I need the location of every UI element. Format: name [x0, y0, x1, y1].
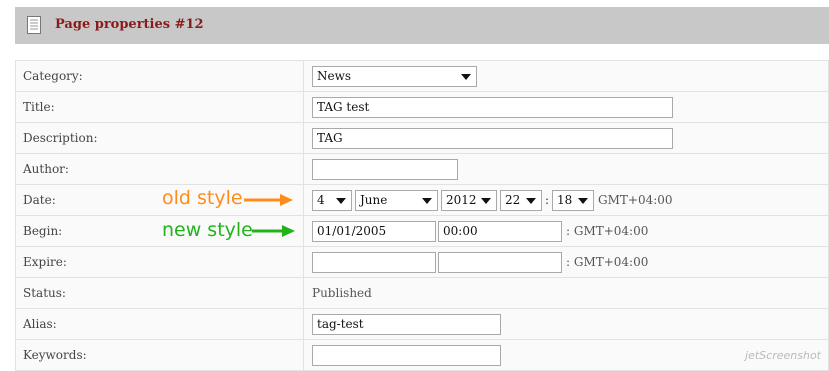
row-description: Description: TAG	[15, 122, 829, 154]
chevron-down-icon	[461, 73, 471, 80]
row-alias: Alias: tag-test	[15, 308, 829, 340]
alias-input[interactable]: tag-test	[312, 313, 501, 335]
date-month-value: June	[360, 192, 388, 207]
category-select-value: News	[317, 68, 352, 83]
begin-date-input[interactable]: 01/01/2005	[312, 220, 436, 242]
row-category: Category: News	[15, 60, 829, 92]
date-month-select[interactable]: June	[355, 189, 438, 211]
expire-time-input[interactable]	[438, 251, 562, 273]
old-style-annotation: old style	[162, 187, 243, 209]
category-select[interactable]: News	[312, 65, 477, 87]
chevron-down-icon	[578, 197, 589, 204]
begin-time-input[interactable]: 00:00	[438, 220, 562, 242]
row-date: Date: 4 June 2012 22 : 18 GMT+04:00	[15, 184, 829, 216]
keywords-label: Keywords:	[15, 339, 304, 371]
date-day-select[interactable]: 4	[312, 189, 352, 211]
chevron-down-icon	[422, 197, 432, 204]
row-begin: Begin: 01/01/2005 00:00: GMT+04:00	[15, 215, 829, 247]
expire-label: Expire:	[15, 246, 304, 278]
page-header: Page properties #12	[15, 7, 829, 44]
description-label: Description:	[15, 122, 304, 154]
row-title: Title: TAG test	[15, 91, 829, 123]
watermark: jetScreenshot	[745, 349, 821, 362]
chevron-down-icon	[481, 197, 491, 204]
begin-timezone: : GMT+04:00	[566, 224, 649, 238]
date-year-value: 2012	[446, 192, 477, 207]
keywords-input[interactable]	[312, 344, 501, 366]
time-separator: :	[545, 193, 550, 207]
chevron-down-icon	[336, 197, 346, 204]
author-label: Author:	[15, 153, 304, 185]
row-author: Author:	[15, 153, 829, 185]
new-style-annotation: new style	[162, 219, 253, 241]
category-label: Category:	[15, 60, 304, 92]
expire-timezone: : GMT+04:00	[566, 255, 649, 269]
page-title: Page properties #12	[55, 17, 204, 32]
title-label: Title:	[15, 91, 304, 123]
date-minute-select[interactable]: 18	[552, 189, 595, 211]
row-status: Status: Published	[15, 277, 829, 309]
alias-label: Alias:	[15, 308, 304, 340]
title-input[interactable]: TAG test	[312, 96, 673, 118]
date-minute-value: 18	[557, 192, 573, 207]
description-input[interactable]: TAG	[312, 127, 673, 149]
author-input[interactable]	[312, 158, 458, 180]
date-timezone: GMT+04:00	[598, 193, 673, 207]
row-expire: Expire: : GMT+04:00	[15, 246, 829, 278]
status-label: Status:	[15, 277, 304, 309]
date-hour-value: 22	[505, 192, 521, 207]
row-keywords: Keywords:	[15, 339, 829, 371]
properties-table: Category: News Title: TAG test Descripti…	[15, 60, 829, 371]
status-value: Published	[312, 286, 372, 300]
document-icon	[27, 16, 41, 34]
chevron-down-icon	[526, 197, 536, 204]
date-day-value: 4	[317, 192, 325, 207]
orange-arrow-icon	[244, 194, 293, 206]
expire-date-input[interactable]	[312, 251, 436, 273]
date-year-select[interactable]: 2012	[441, 189, 497, 211]
date-hour-select[interactable]: 22	[500, 189, 542, 211]
green-arrow-icon	[252, 225, 295, 237]
